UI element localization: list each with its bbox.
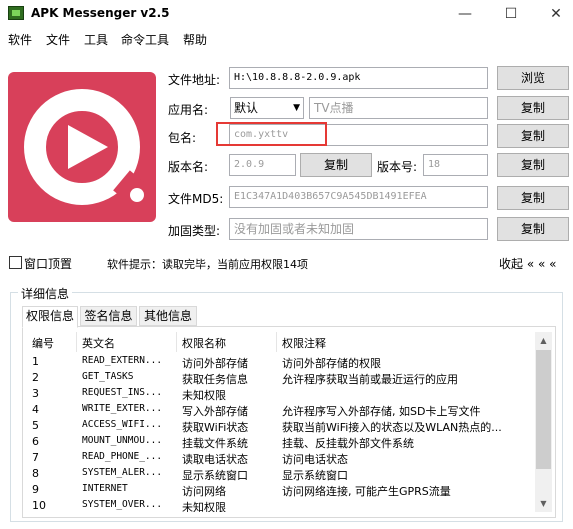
copy-version-name-button[interactable]: 复制 xyxy=(300,153,372,177)
version-code-label: 版本号: xyxy=(377,160,418,174)
version-name-field[interactable]: 2.0.9 xyxy=(229,154,296,176)
column-header-permission-name[interactable]: 权限名称 xyxy=(182,335,226,351)
details-group-title: 详细信息 xyxy=(18,285,73,302)
cell-english-name: REQUEST_INS... xyxy=(82,387,163,398)
copy-app-name-button[interactable]: 复制 xyxy=(497,96,569,120)
copy-shell-type-button[interactable]: 复制 xyxy=(497,217,569,241)
cell-permission-name: 获取WiFi状态 xyxy=(182,421,249,434)
cell-index: 4 xyxy=(32,403,39,416)
cell-index: 10 xyxy=(32,499,46,512)
md5-field[interactable]: E1C347A1D403B657C9A545DB1491EFEA xyxy=(229,186,488,208)
cell-permission-note: 访问网络连接, 可能产生GPRS流量 xyxy=(282,485,451,498)
app-name-label: 应用名: xyxy=(168,103,209,117)
copy-package-button[interactable]: 复制 xyxy=(497,124,569,148)
cell-english-name: MOUNT_UNMOU... xyxy=(82,435,163,446)
cell-english-name: GET_TASKS xyxy=(82,371,134,382)
cell-index: 2 xyxy=(32,371,39,384)
cell-permission-note: 允许程序写入外部存储, 如SD卡上写文件 xyxy=(282,405,481,418)
cell-index: 6 xyxy=(32,435,39,448)
cell-permission-note: 显示系统窗口 xyxy=(282,469,348,482)
cell-permission-name: 未知权限 xyxy=(182,501,226,512)
permissions-table: 编号 英文名 权限名称 权限注释 1 READ_EXTERN... 访问外部存储 访问… xyxy=(28,332,535,512)
app-icon xyxy=(8,6,24,20)
cell-index: 5 xyxy=(32,419,39,432)
cell-permission-note: 获取当前WiFi接入的状态以及WLAN热点的... xyxy=(282,421,502,434)
cell-english-name: INTERNET xyxy=(82,483,128,494)
cell-index: 9 xyxy=(32,483,39,496)
app-name-select[interactable]: 默认 ▼ xyxy=(230,97,304,119)
cell-english-name: SYSTEM_OVER... xyxy=(82,499,163,510)
cell-permission-name: 未知权限 xyxy=(182,389,226,402)
version-name-label: 版本名: xyxy=(168,160,209,174)
cell-permission-note: 允许程序获取当前或最近运行的应用 xyxy=(282,373,458,386)
column-header-index[interactable]: 编号 xyxy=(32,335,54,351)
close-button[interactable]: ✕ xyxy=(541,4,571,24)
scroll-thumb[interactable] xyxy=(536,350,551,469)
scroll-up-icon[interactable]: ▲ xyxy=(535,332,552,349)
cell-english-name: ACCESS_WIFI... xyxy=(82,419,163,430)
cell-index: 3 xyxy=(32,387,39,400)
shell-type-label: 加固类型: xyxy=(168,224,221,238)
menu-software[interactable]: 软件 xyxy=(8,31,32,48)
cell-english-name: READ_PHONE_... xyxy=(82,451,163,462)
shell-type-field[interactable]: 没有加固或者未知加固 xyxy=(229,218,488,240)
topmost-checkbox[interactable] xyxy=(9,256,22,269)
menu-bar: 软件 文件 工具 命令工具 帮助 xyxy=(0,28,573,50)
tab-other[interactable]: 其他信息 xyxy=(139,306,197,326)
cell-index: 1 xyxy=(32,355,39,368)
column-header-permission-note[interactable]: 权限注释 xyxy=(282,335,326,351)
browse-button[interactable]: 浏览 xyxy=(497,66,569,90)
package-label: 包名: xyxy=(168,131,197,145)
window-title: APK Messenger v2.5 xyxy=(31,6,170,20)
md5-label: 文件MD5: xyxy=(168,192,224,206)
file-path-label: 文件地址: xyxy=(168,73,221,87)
cell-english-name: READ_EXTERN... xyxy=(82,355,163,366)
cell-permission-name: 写入外部存储 xyxy=(182,405,248,418)
menu-tools[interactable]: 工具 xyxy=(84,31,108,48)
menu-help[interactable]: 帮助 xyxy=(183,31,207,48)
menu-command-tools[interactable]: 命令工具 xyxy=(121,31,169,48)
collapse-link[interactable]: 收起 « « « xyxy=(499,255,556,272)
app-logo-icon xyxy=(8,72,156,222)
copy-md5-button[interactable]: 复制 xyxy=(497,186,569,210)
package-highlight-box xyxy=(216,122,327,146)
cell-permission-name: 获取任务信息 xyxy=(182,373,248,386)
cell-permission-note: 访问外部存储的权限 xyxy=(282,357,381,370)
status-tip: 软件提示：读取完毕，当前应用权限14项 xyxy=(107,258,308,271)
cell-permission-note: 挂载、反挂载外部文件系统 xyxy=(282,437,414,450)
menu-file[interactable]: 文件 xyxy=(46,31,70,48)
title-bar: APK Messenger v2.5 — ☐ ✕ xyxy=(0,0,573,28)
cell-permission-name: 访问网络 xyxy=(182,485,226,498)
cell-permission-name: 访问外部存储 xyxy=(182,357,248,370)
column-header-english-name[interactable]: 英文名 xyxy=(82,335,115,351)
cell-index: 8 xyxy=(32,467,39,480)
version-code-field[interactable]: 18 xyxy=(423,154,488,176)
cell-index: 7 xyxy=(32,451,39,464)
tab-permissions[interactable]: 权限信息 xyxy=(22,306,78,328)
app-name-field[interactable]: TV点播 xyxy=(309,97,488,119)
minimize-button[interactable]: — xyxy=(450,4,480,24)
table-scrollbar[interactable]: ▲ ▼ xyxy=(535,332,552,512)
copy-version-code-button[interactable]: 复制 xyxy=(497,153,569,177)
scroll-down-icon[interactable]: ▼ xyxy=(535,495,552,512)
cell-english-name: SYSTEM_ALER... xyxy=(82,467,163,478)
cell-permission-name: 读取电话状态 xyxy=(182,453,248,466)
cell-english-name: WRITE_EXTER... xyxy=(82,403,163,414)
chevron-down-icon: ▼ xyxy=(293,103,300,113)
cell-permission-name: 挂载文件系统 xyxy=(182,437,248,450)
play-icon xyxy=(68,125,108,169)
file-path-field[interactable]: H:\10.8.8.8-2.0.9.apk xyxy=(229,67,488,89)
tab-signature[interactable]: 签名信息 xyxy=(80,306,137,326)
maximize-button[interactable]: ☐ xyxy=(496,4,526,24)
cell-permission-name: 显示系统窗口 xyxy=(182,469,248,482)
app-name-select-value: 默认 xyxy=(234,101,259,115)
cell-permission-note: 访问电话状态 xyxy=(282,453,348,466)
topmost-label: 窗口顶置 xyxy=(24,257,73,271)
